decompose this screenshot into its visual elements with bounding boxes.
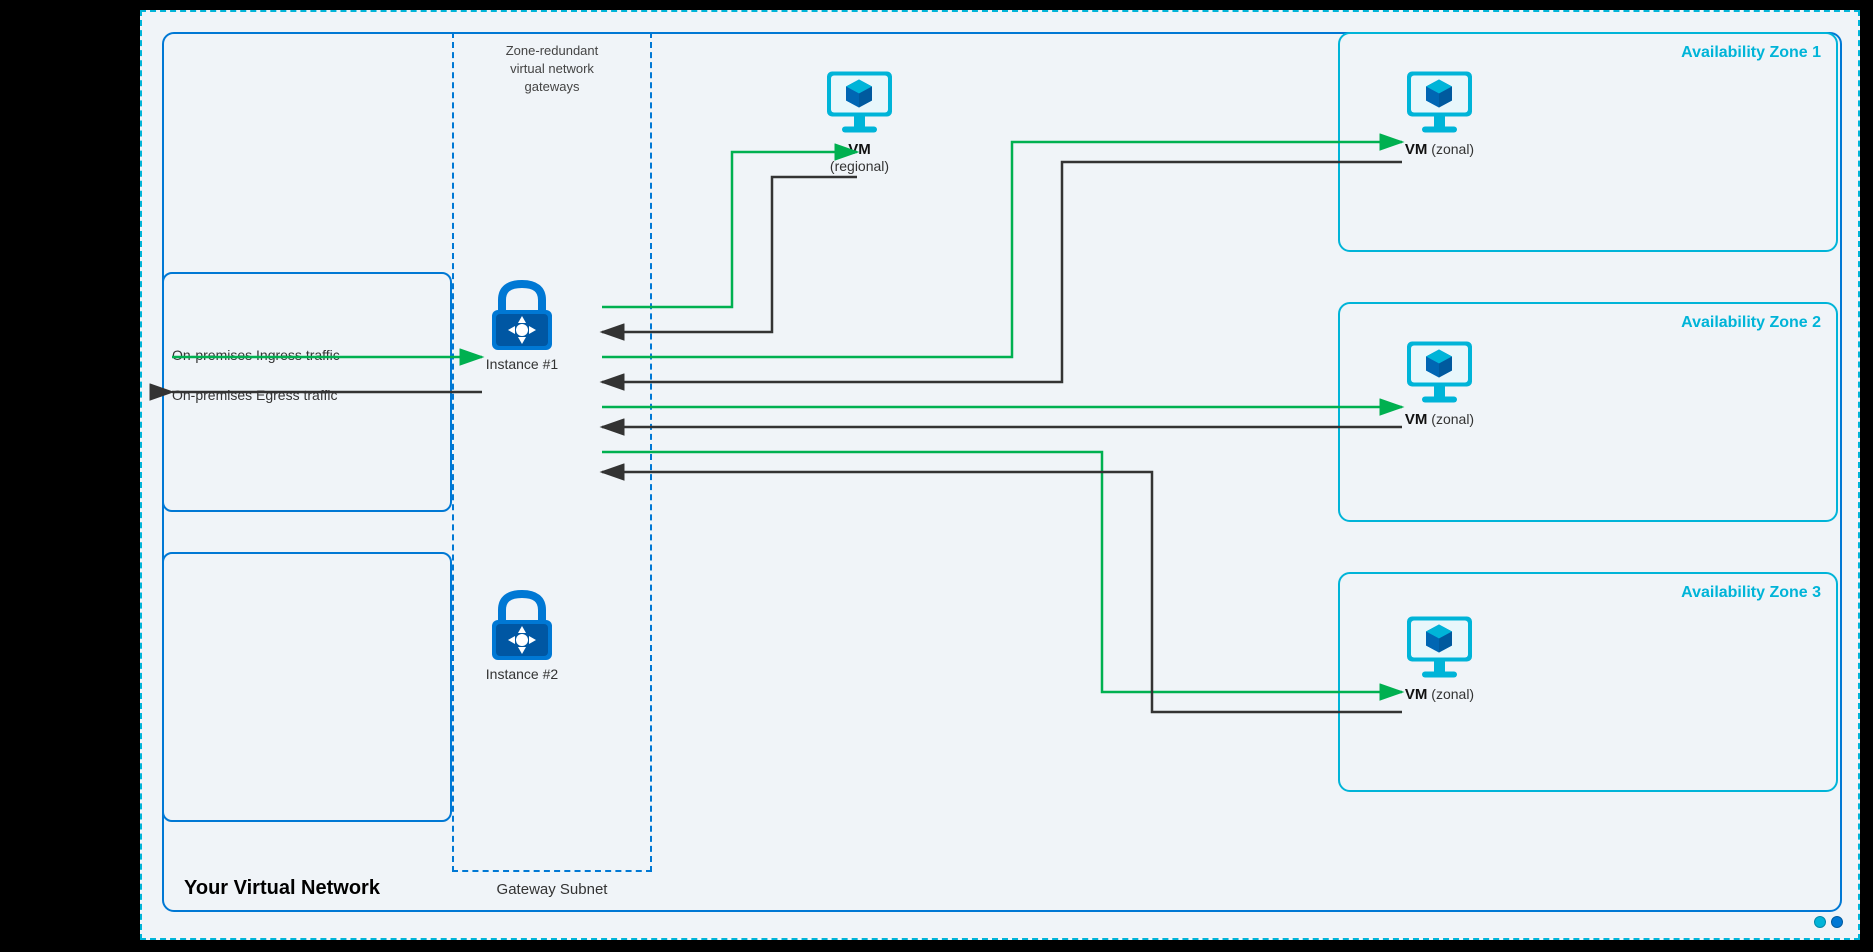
instance-2-container: Instance #2 (482, 582, 562, 682)
vm-icon-zone2 (1402, 337, 1477, 407)
bottom-dots (1814, 916, 1843, 928)
zone-3-label: Availability Zone 3 (1681, 584, 1821, 602)
vm-zone3-name: VM (1405, 686, 1428, 703)
vm-zone3-container: VM (zonal) (1402, 612, 1477, 703)
onprem-box-2 (162, 552, 452, 822)
vm-zone1-sublabel: (zonal) (1431, 141, 1474, 157)
instance-1-label: Instance #1 (486, 356, 558, 372)
zone-redundant-label: Zone-redundantvirtual networkgateways (506, 43, 599, 94)
vm-zone2-name: VM (1405, 411, 1428, 428)
lock-icon-1 (482, 272, 562, 352)
zone-2-label: Availability Zone 2 (1681, 314, 1821, 332)
vnet-label: Your Virtual Network (184, 877, 380, 900)
vm-icon-regional (822, 67, 897, 137)
gateway-subnet-box: Gateway Subnet (452, 32, 652, 872)
ingress-traffic-label: On-premises Ingress traffic (172, 347, 340, 363)
lock-icon-2 (482, 582, 562, 662)
instance-2-label: Instance #2 (486, 666, 558, 682)
egress-traffic-label: On-premises Egress traffic (172, 387, 337, 403)
dot-1 (1814, 916, 1826, 928)
vm-zone3-sublabel: (zonal) (1431, 686, 1474, 702)
vm-icon-zone1 (1402, 67, 1477, 137)
vm-zone2-container: VM (zonal) (1402, 337, 1477, 428)
instance-1-container: Instance #1 (482, 272, 562, 372)
vm-regional-sublabel: (regional) (830, 158, 889, 174)
vm-icon-zone3 (1402, 612, 1477, 682)
vm-zone1-name: VM (1405, 141, 1428, 158)
gateway-subnet-label: Gateway Subnet (497, 881, 608, 898)
vm-regional-name: VM (848, 141, 871, 158)
vm-regional-container: VM (regional) (822, 67, 897, 174)
vm-zone3-label: VM (zonal) (1405, 686, 1474, 703)
dot-2 (1831, 916, 1843, 928)
vm-zone1-container: VM (zonal) (1402, 67, 1477, 158)
vm-zone1-label: VM (zonal) (1405, 141, 1474, 158)
vm-zone2-label: VM (zonal) (1405, 411, 1474, 428)
vm-regional-label: VM (regional) (830, 141, 889, 174)
vm-zone2-sublabel: (zonal) (1431, 411, 1474, 427)
zone-1-label: Availability Zone 1 (1681, 44, 1821, 62)
diagram-area: Your Virtual Network Gateway Subnet Zone… (140, 10, 1860, 940)
